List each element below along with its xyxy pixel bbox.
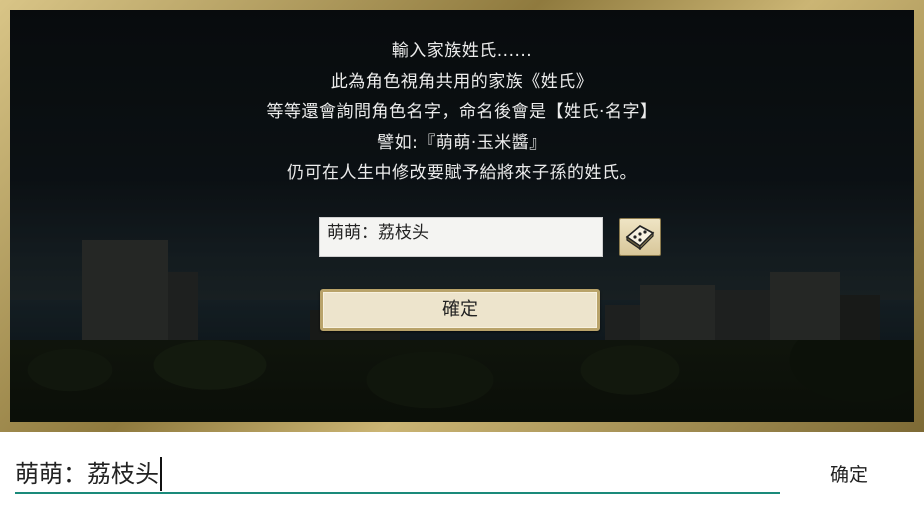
instruction-line: 譬如:『萌萌‧玉米醬』 (377, 132, 547, 153)
random-name-button[interactable] (619, 218, 661, 256)
dice-icon (623, 220, 657, 254)
confirm-button[interactable]: 確定 (320, 289, 600, 331)
text-caret (160, 457, 162, 491)
ime-done-button[interactable]: 确定 (812, 458, 886, 492)
surname-input[interactable]: 萌萌：荔枝头 (319, 217, 603, 257)
instruction-line: 此為角色視角共用的家族《姓氏》 (330, 71, 594, 92)
game-screen: 輸入家族姓氏...... 此為角色視角共用的家族《姓氏》 等等還會詢問角色名字，… (0, 0, 924, 432)
instruction-line: 輸入家族姓氏...... (391, 41, 533, 61)
surname-instructions: 輸入家族姓氏...... 此為角色視角共用的家族《姓氏》 等等還會詢問角色名字，… (10, 36, 914, 189)
ime-input-text: 萌萌：荔枝头 (15, 460, 159, 488)
ime-text-input[interactable]: 萌萌：荔枝头 (15, 456, 780, 494)
instruction-line: 仍可在人生中修改要賦予給將來子孫的姓氏。 (287, 163, 637, 183)
instruction-line: 等等還會詢問角色名字，命名後會是【姓氏‧名字】 (266, 102, 658, 122)
